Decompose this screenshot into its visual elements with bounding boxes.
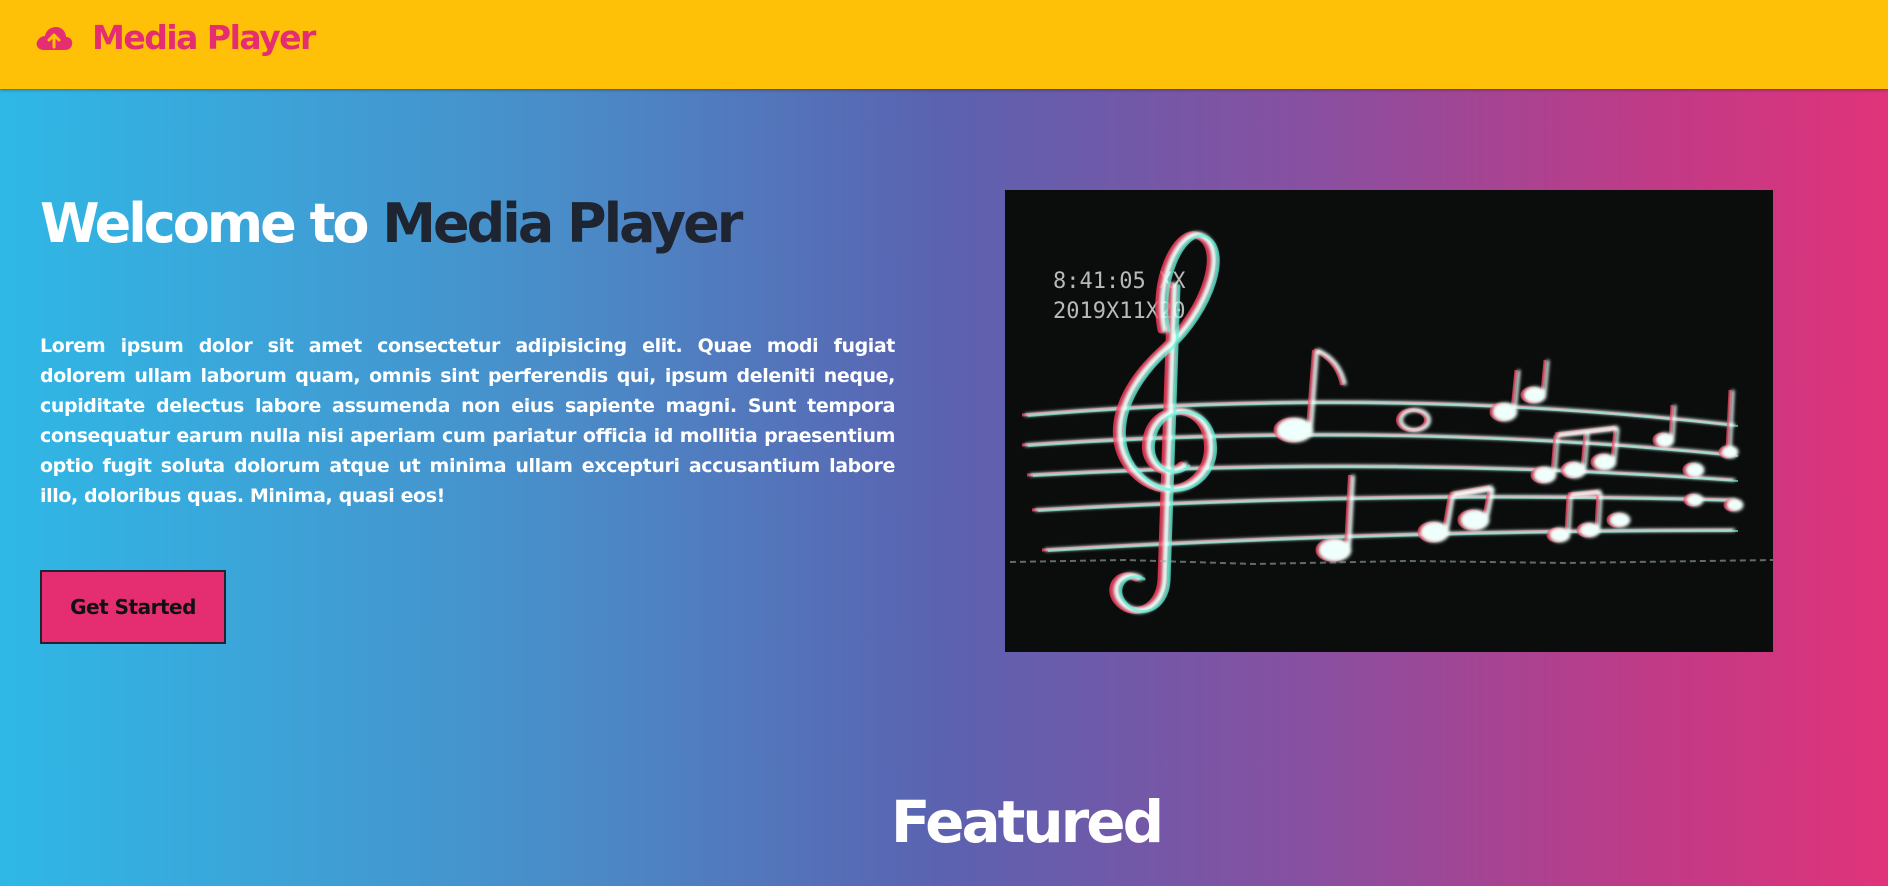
cloud-upload-icon[interactable]	[34, 24, 74, 56]
hero-title: Welcome to Media Player	[40, 188, 743, 260]
brand-name[interactable]: Media Player	[92, 18, 316, 57]
hero-title-brand: Media Player	[382, 192, 743, 255]
get-started-button[interactable]: Get Started	[40, 570, 226, 644]
hero-title-welcome: Welcome to	[40, 192, 369, 255]
music-notes-illustration: 8:41:05 XX 2019X11X20	[1009, 231, 1773, 614]
hero-image: 8:41:05 XX 2019X11X20	[1005, 190, 1773, 652]
hero-description: Lorem ipsum dolor sit amet consectetur a…	[40, 335, 895, 507]
featured-heading: Featured	[890, 788, 1164, 856]
navbar: Media Player	[0, 0, 1888, 89]
